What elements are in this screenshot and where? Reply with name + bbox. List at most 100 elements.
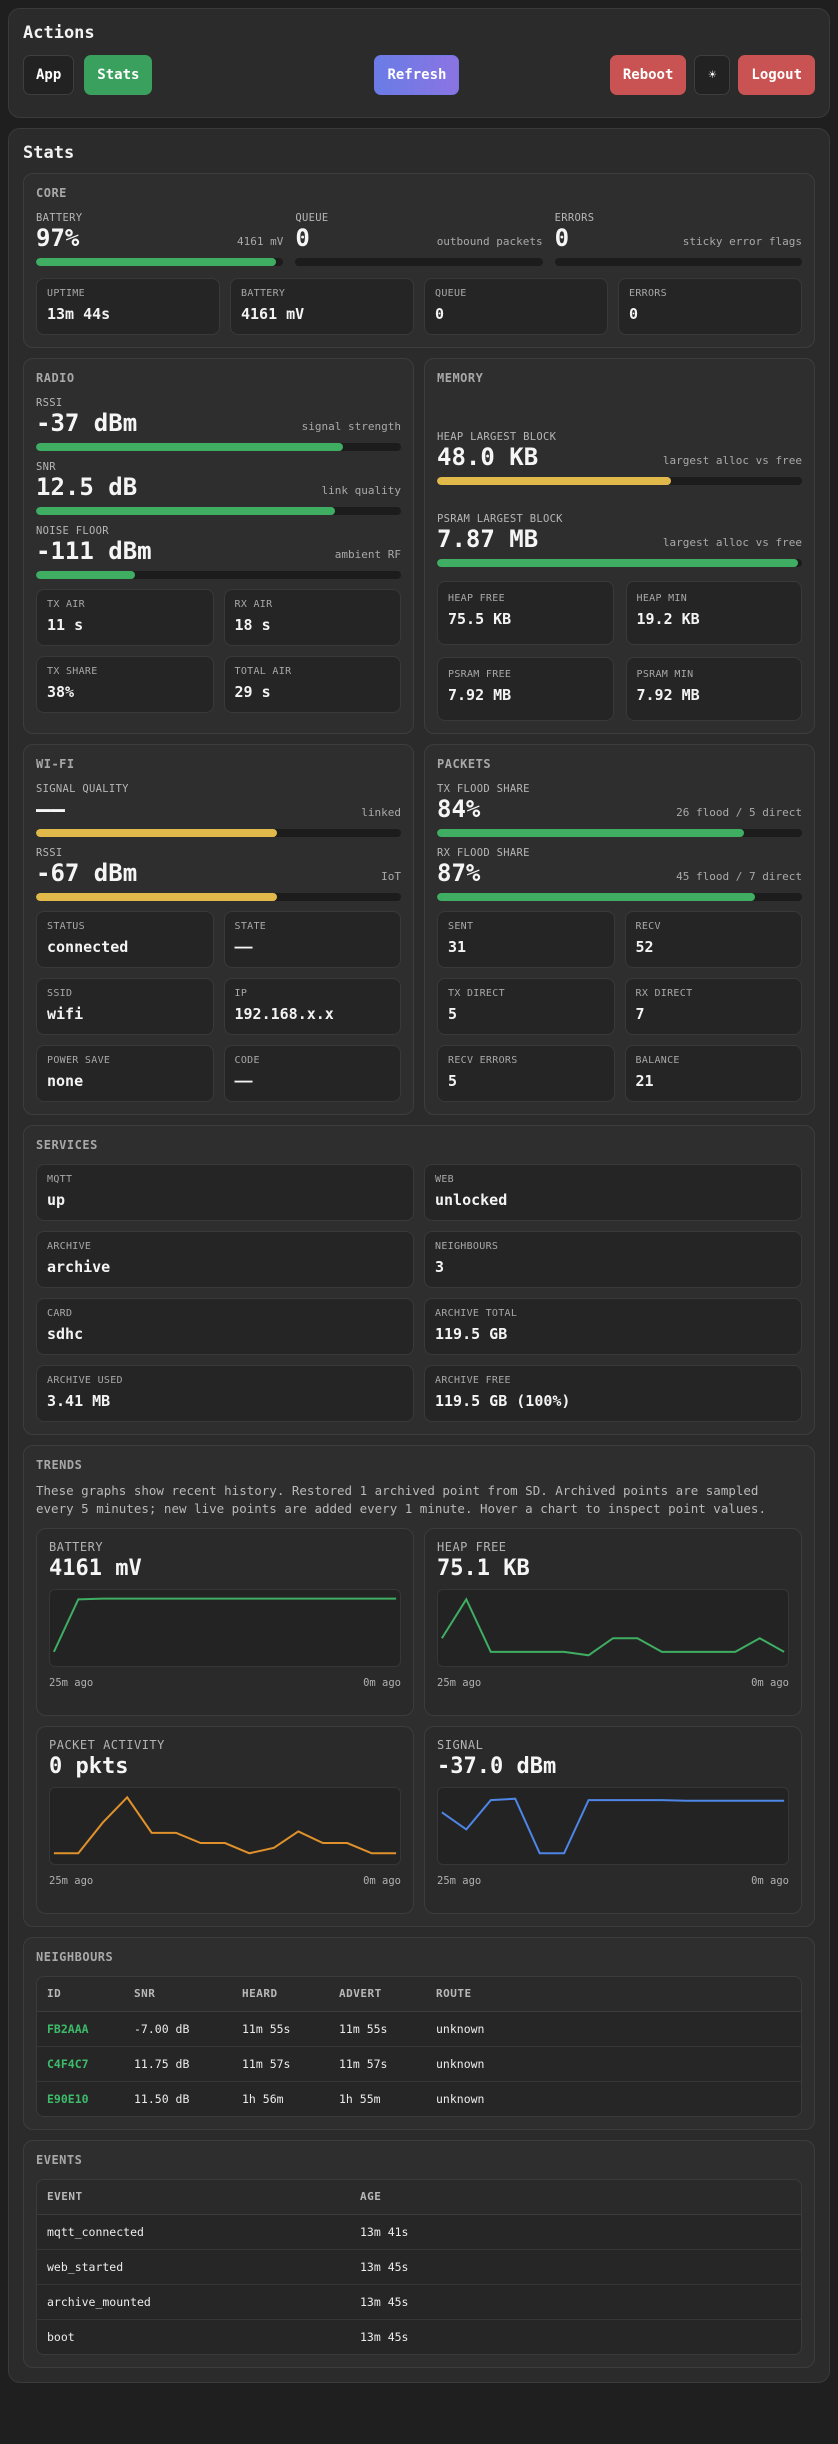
table-cell: unknown [426,2046,801,2082]
chart-value: -37.0 dBm [437,1754,557,1779]
tile-value: none [47,1072,84,1090]
tile-mqtt: MQTT up [36,1164,414,1221]
tile-label: SENT [448,921,474,932]
tile-value: 192.168.x.x [234,1005,334,1023]
tile-recv-errors: RECV ERRORS 5 [437,1045,615,1102]
tile-value: connected [47,938,129,956]
bar-fill [36,258,276,266]
tile-balance: BALANCE 21 [624,1045,802,1102]
metric-note: largest alloc vs free [662,454,802,467]
tile-tx-direct: TX DIRECT 5 [437,978,615,1035]
tile-value: 7.92 MB [636,686,700,704]
metric-label: SIGNAL QUALITY [36,783,129,795]
column-header-id: ID [37,1977,124,2012]
chart-svg [50,1788,400,1864]
metric-value: -67 dBm [36,859,138,887]
tile-archive: ARCHIVE archive [36,1231,414,1288]
tile-label: HEAP MIN [636,593,688,604]
chart-label: BATTERY [49,1540,104,1554]
metric-label: PSRAM LARGEST BLOCK [437,513,563,525]
chart-svg [438,1788,788,1864]
battery-value: 97% [36,224,80,252]
radio-rssi-metric: RSSI -37 dBm signal strength [36,397,401,451]
tile-archive-used: ARCHIVE USED 3.41 MB [36,1365,414,1422]
tile-label: TOTAL AIR [234,666,292,677]
queue-bar [295,258,543,266]
metric-bar [437,893,802,901]
table-row: mqtt_connected 13m 41s [37,2214,801,2250]
table-row: archive_mounted 13m 45s [37,2284,801,2320]
tile-rx-air: RX AIR 18 s [223,589,401,646]
tile-label: CARD [47,1308,73,1319]
bar-fill [437,829,744,837]
table-cell: 11.75 dB [124,2046,232,2082]
heap-largest-metric: HEAP LARGEST BLOCK 48.0 KB largest alloc v… [437,431,802,485]
chart-value: 75.1 KB [437,1556,530,1581]
tile-label: PSRAM FREE [448,669,512,680]
chart-plot[interactable] [437,1787,789,1865]
chart-heap-free[interactable]: HEAP FREE 75.1 KB 25m ago 0m ago [424,1528,802,1716]
tile-neighbours: NEIGHBOURS 3 [424,1231,802,1288]
tile-rx-direct: RX DIRECT 7 [624,978,802,1035]
chart-value: 4161 mV [49,1556,142,1581]
tile-tx-air: TX AIR 11 s [36,589,214,646]
app-button[interactable]: App [23,55,75,95]
trends-card: TRENDS These graphs show recent history.… [23,1445,815,1927]
chart-line-packet-activity [54,1797,396,1853]
metric-bar [437,829,802,837]
memory-card: MEMORY HEAP LARGEST BLOCK 48.0 KB largest … [424,358,815,734]
metric-note: 45 flood / 7 direct [676,870,802,883]
events-table: EVENT AGE mqtt_connected 13m 41s web_starte… [37,2180,801,2354]
table-cell: 11m 57s [232,2046,329,2082]
reboot-button[interactable]: Reboot [609,55,687,95]
battery-bar [36,258,284,266]
tile-label: UPTIME [47,288,85,299]
chart-end-label: 0m ago [751,1677,789,1689]
tile-queue: QUEUE 0 [424,278,608,335]
tile-status: STATUS connected [36,911,214,968]
tile-label: ERRORS [629,288,667,299]
tile-archive-total: ARCHIVE TOTAL 119.5 GB [424,1298,802,1355]
metric-value: 87% [437,859,481,887]
neighbour-id-link[interactable]: E90E10 [37,2081,124,2116]
chart-battery[interactable]: BATTERY 4161 mV 25m ago 0m ago [36,1528,414,1716]
tile-power-save: POWER SAVE none [36,1045,214,1102]
metric-label: RX FLOOD SHARE [437,847,530,859]
chart-plot[interactable] [49,1787,401,1865]
services-title: SERVICES [36,1138,98,1152]
metric-value: -111 dBm [36,537,152,565]
battery-metric: BATTERY 97% 4161 mV [36,212,284,266]
chart-start-label: 25m ago [49,1875,94,1887]
refresh-button[interactable]: Refresh [374,55,460,95]
column-header-age: AGE [350,2180,801,2215]
table-cell: boot [37,2319,350,2354]
tile-label: RECV [635,921,661,932]
tile-label: BATTERY [241,288,286,299]
chart-start-label: 25m ago [49,1677,94,1689]
wifi-title: WI-FI [36,757,75,771]
table-row: C4F4C7 11.75 dB 11m 57s 11m 57s unknown [37,2046,801,2082]
stats-button[interactable]: Stats [84,55,153,95]
chart-signal[interactable]: SIGNAL -37.0 dBm 25m ago 0m ago [424,1726,802,1914]
tile-value: 29 s [234,683,271,701]
stats-title: Stats [23,143,75,163]
table-cell: 11m 55s [232,2011,329,2047]
table-cell: 13m 41s [350,2214,801,2250]
chart-packet-activity[interactable]: PACKET ACTIVITY 0 pkts 25m ago 0m ago [36,1726,414,1914]
wifi-signal-metric: SIGNAL QUALITY —— linked [36,783,401,837]
chart-svg [438,1590,788,1666]
tile-value: 5 [448,1005,458,1023]
chart-plot[interactable] [437,1589,789,1667]
tile-archive-free: ARCHIVE FREE 119.5 GB (100%) [424,1365,802,1422]
logout-button[interactable]: Logout [738,55,815,95]
trend-charts: BATTERY 4161 mV 25m ago 0m ago HEAP FREE 75.1… [36,1528,802,1914]
radio-title: RADIO [36,371,75,385]
chart-plot[interactable] [49,1589,401,1667]
theme-toggle-icon[interactable]: ☀ [694,55,731,95]
tile-value: 119.5 GB (100%) [435,1392,571,1410]
neighbour-id-link[interactable]: FB2AAA [37,2011,124,2047]
neighbour-id-link[interactable]: C4F4C7 [37,2046,124,2082]
tile-label: RX AIR [234,599,273,610]
tile-state: STATE —— [223,911,401,968]
tile-label: CODE [234,1055,260,1066]
